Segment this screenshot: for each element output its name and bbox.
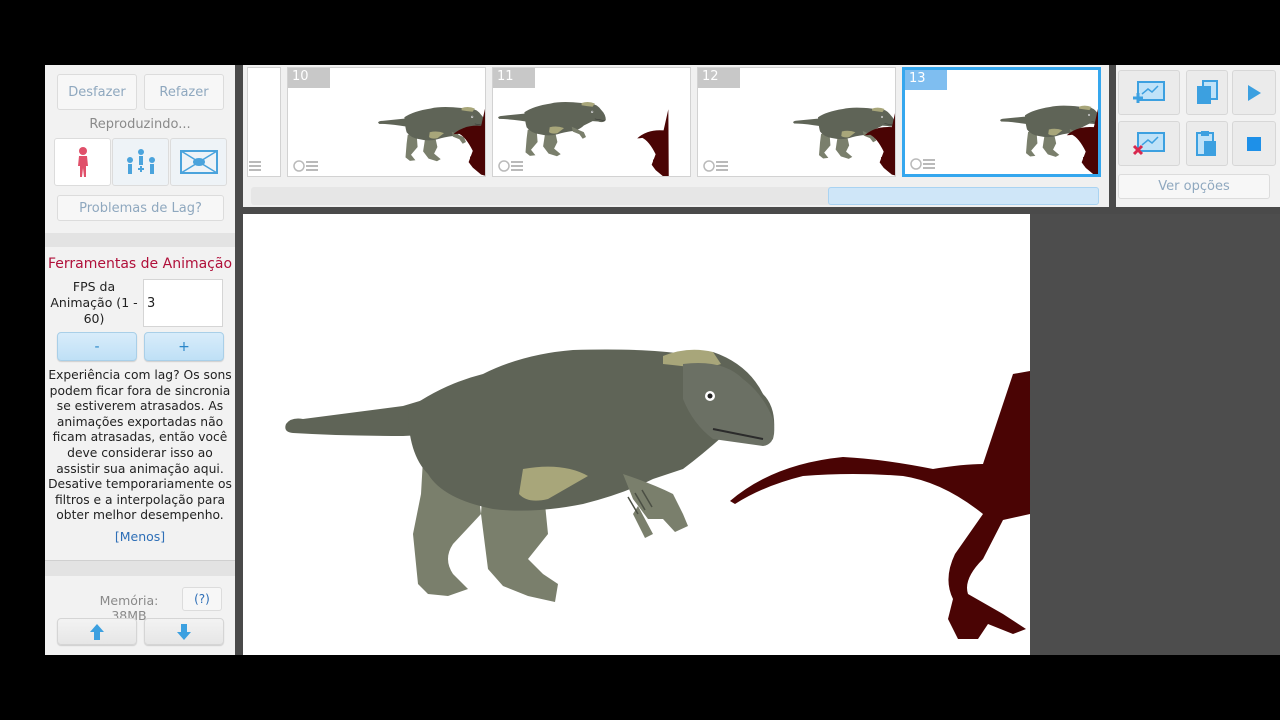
stickfigure-icon xyxy=(77,147,88,177)
animation-tools-title: Ferramentas de Animação xyxy=(47,256,233,272)
copy-frame-button[interactable] xyxy=(1186,70,1228,115)
add-frame-button[interactable] xyxy=(1118,70,1180,115)
frame-edit-icon xyxy=(703,159,729,173)
redo-button[interactable]: Refazer xyxy=(144,74,224,110)
right-panel: Ver opções xyxy=(1116,65,1280,207)
scene-icon xyxy=(179,150,218,174)
separator xyxy=(45,560,235,576)
frame-timeline: 10 11 12 13 xyxy=(243,65,1109,207)
lag-problems-button[interactable]: Problemas de Lag? xyxy=(57,195,224,221)
arrow-up-icon xyxy=(90,623,104,640)
frame-number: 13 xyxy=(905,70,947,90)
playback-status: Reproduzindo... xyxy=(89,117,191,132)
frame-edit-icon xyxy=(498,159,524,173)
less-link[interactable]: [Menos] xyxy=(45,529,235,544)
lag-info-text: Experiência com lag? Os sons podem ficar… xyxy=(48,368,232,523)
group-figures-icon xyxy=(126,149,155,174)
multiple-figures-button[interactable] xyxy=(112,138,169,186)
arrow-down-icon xyxy=(177,623,191,640)
green-dinosaur xyxy=(285,349,775,602)
frame-thumbnail-11[interactable]: 11 xyxy=(492,67,691,177)
add-frame-icon xyxy=(1133,80,1165,103)
fps-input[interactable] xyxy=(143,279,223,327)
canvas-drawing xyxy=(285,349,1030,639)
stickfigure-mode-button[interactable] xyxy=(54,138,111,186)
left-panel: Desfazer Refazer Reproduzindo... Problem… xyxy=(45,65,235,655)
delete-frame-button[interactable] xyxy=(1118,121,1180,166)
canvas-offstage-area xyxy=(1030,214,1280,655)
frame-number: 12 xyxy=(698,68,740,88)
timeline-scrollbar[interactable] xyxy=(251,187,1099,205)
frame-thumbnail-partial[interactable] xyxy=(247,67,281,177)
frame-edit-icon xyxy=(293,159,319,173)
stop-button[interactable] xyxy=(1232,121,1276,166)
app-window: Desfazer Refazer Reproduzindo... Problem… xyxy=(45,65,1280,655)
paste-icon xyxy=(1196,130,1216,156)
fps-label: FPS da Animação (1 - 60) xyxy=(50,279,138,326)
timeline-scroll-thumb[interactable] xyxy=(828,187,1099,205)
play-button[interactable] xyxy=(1232,70,1276,115)
animation-canvas[interactable] xyxy=(243,214,1030,655)
paste-frame-button[interactable] xyxy=(1186,121,1228,166)
frame-edit-icon xyxy=(247,159,262,173)
undo-button[interactable]: Desfazer xyxy=(57,74,137,110)
background-mode-button[interactable] xyxy=(170,138,227,186)
red-dinosaur xyxy=(730,371,1030,639)
view-options-button[interactable]: Ver opções xyxy=(1118,174,1270,199)
memory-help-button[interactable]: (?) xyxy=(182,587,222,611)
frame-number: 11 xyxy=(493,68,535,88)
play-icon xyxy=(1248,84,1261,101)
stop-icon xyxy=(1247,136,1261,151)
frame-thumbnail-13[interactable]: 13 xyxy=(902,67,1101,177)
fps-increase-button[interactable]: + xyxy=(144,332,224,361)
fps-decrease-button[interactable]: - xyxy=(57,332,137,361)
frame-number: 10 xyxy=(288,68,330,88)
frame-thumbnail-10[interactable]: 10 xyxy=(287,67,486,177)
separator xyxy=(45,233,235,247)
move-down-button[interactable] xyxy=(144,618,224,645)
delete-frame-icon xyxy=(1132,131,1165,155)
frame-thumbnail-12[interactable]: 12 xyxy=(697,67,896,177)
frame-edit-icon xyxy=(910,157,936,171)
move-up-button[interactable] xyxy=(57,618,137,645)
copy-icon xyxy=(1197,79,1218,104)
